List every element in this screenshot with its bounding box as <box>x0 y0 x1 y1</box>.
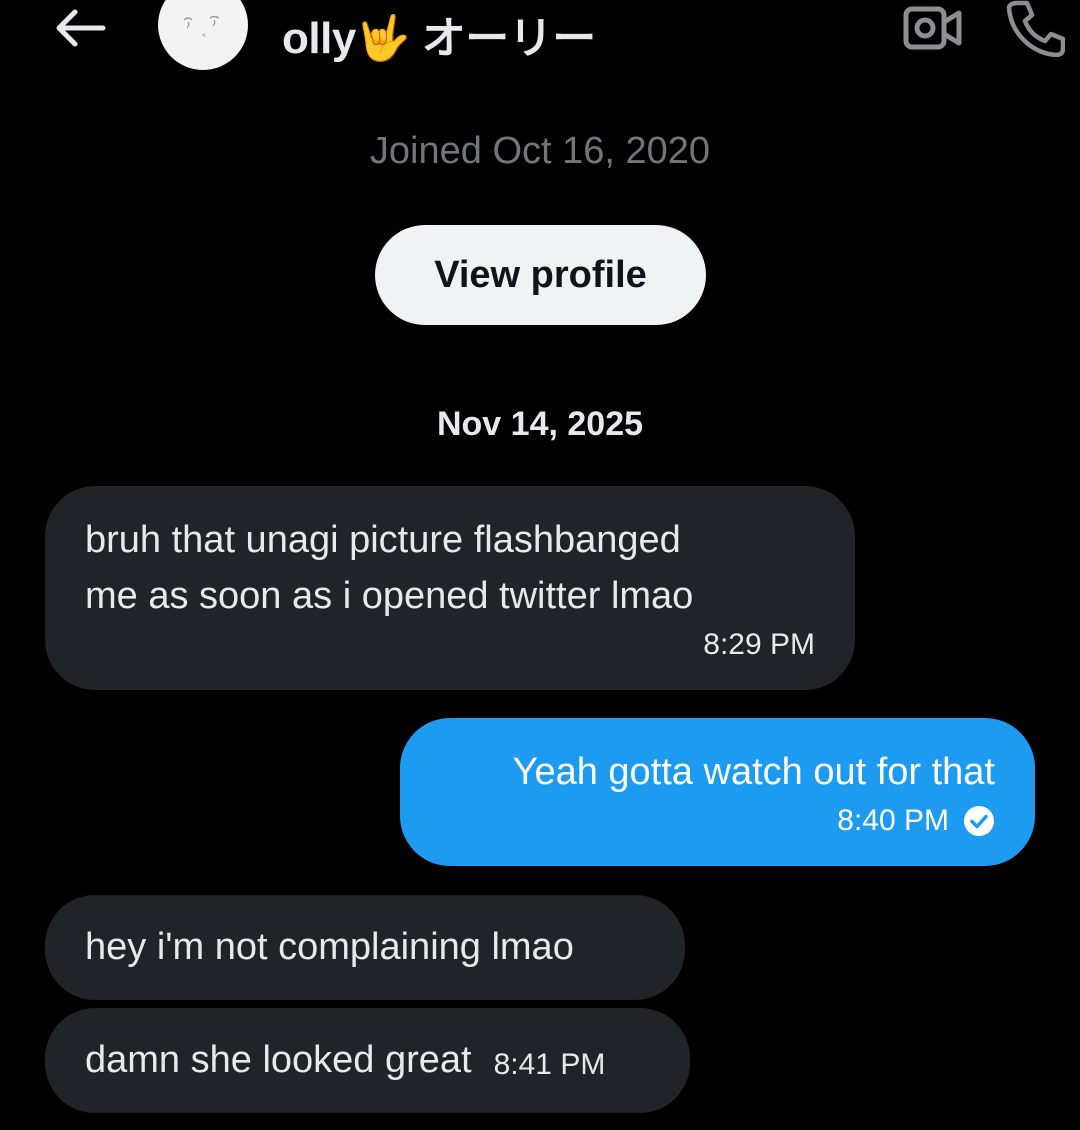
phone-icon <box>1005 0 1066 62</box>
read-check-icon <box>963 805 995 837</box>
message-bubble-incoming[interactable]: damn she looked great 8:41 PM <box>45 1008 690 1113</box>
voice-call-button[interactable] <box>1000 0 1070 60</box>
conversation-header: olly🤟 オーリー <box>0 0 1080 80</box>
message-bubble-incoming[interactable]: hey i'm not complaining lmao <box>45 895 685 1000</box>
date-separator: Nov 14, 2025 <box>436 405 644 443</box>
contact-name[interactable]: olly🤟 オーリー <box>282 6 596 63</box>
message-meta: 8:40 PM <box>837 804 995 838</box>
avatar[interactable] <box>158 0 248 70</box>
video-call-button[interactable] <box>900 2 966 58</box>
message-timestamp: 8:41 PM <box>493 1048 606 1081</box>
message-text-line: me as soon as i opened twitter lmao <box>85 575 694 617</box>
arrow-left-icon <box>53 8 107 53</box>
joined-date: Joined Oct 16, 2020 <box>369 130 711 172</box>
message-timestamp: 8:29 PM <box>703 628 815 661</box>
message-bubble-outgoing[interactable]: Yeah gotta watch out for that 8:40 PM <box>400 718 1035 866</box>
back-button[interactable] <box>50 2 110 58</box>
view-profile-button[interactable]: View profile <box>375 225 706 325</box>
message-text: hey i'm not complaining lmao <box>85 926 574 968</box>
message-bubble-incoming[interactable]: bruh that unagi picture flashbanged me a… <box>45 486 855 690</box>
message-text: damn she looked great <box>85 1039 472 1081</box>
message-timestamp: 8:40 PM <box>837 804 949 837</box>
video-camera-icon <box>903 5 963 56</box>
message-text: Yeah gotta watch out for that <box>512 751 995 793</box>
message-text-line: bruh that unagi picture flashbanged <box>85 519 681 561</box>
